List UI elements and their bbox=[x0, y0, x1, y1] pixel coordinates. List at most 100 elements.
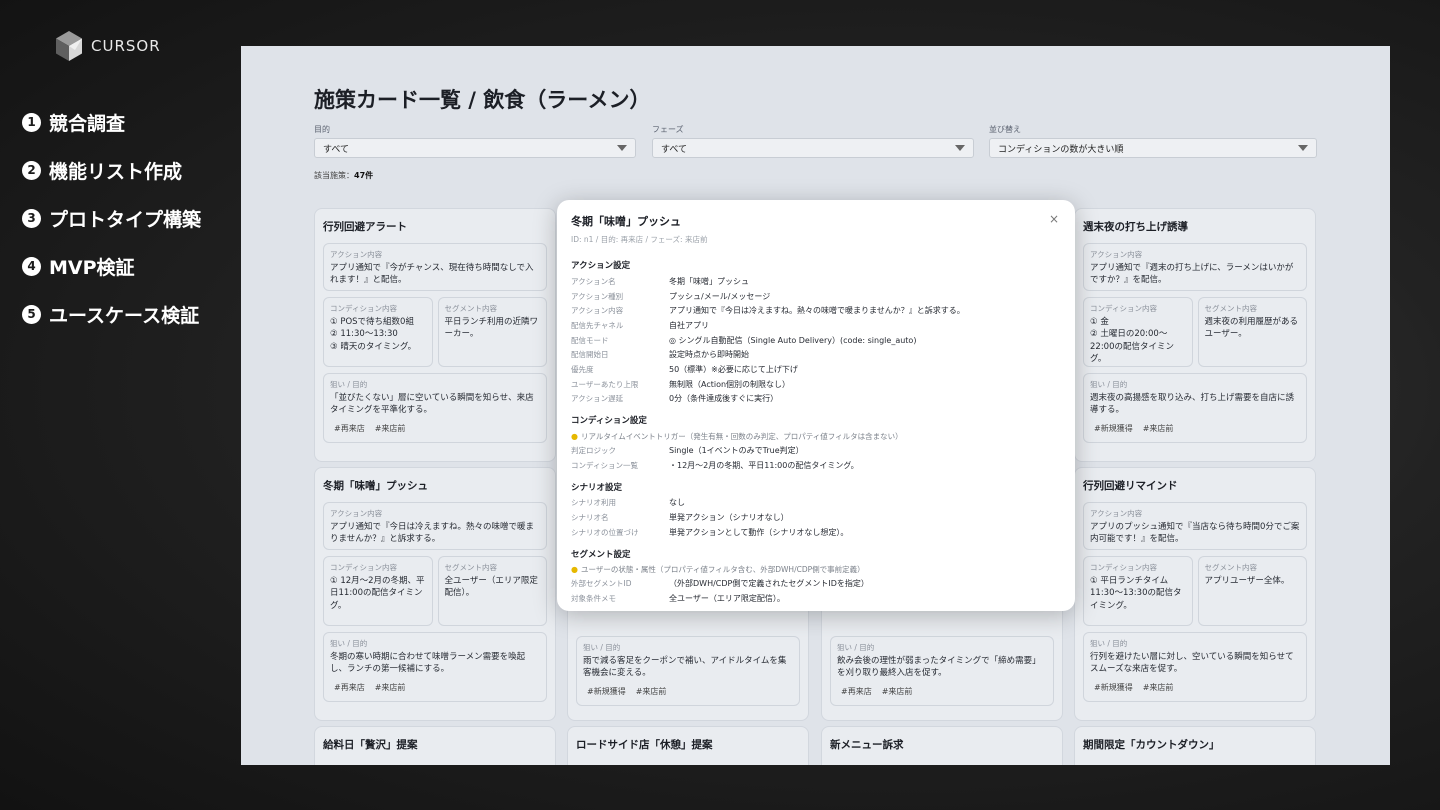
box-label: セグメント内容 bbox=[444, 563, 498, 572]
setting-key: アクション種別 bbox=[571, 291, 624, 301]
select-value: すべて bbox=[323, 144, 350, 155]
setting-key: 配信モード bbox=[571, 335, 609, 345]
box-label: コンディション内容 bbox=[330, 304, 397, 313]
select-value: コンディションの数が大きい順 bbox=[998, 144, 1124, 155]
filter-label: 目的 bbox=[314, 125, 330, 134]
card-new-menu[interactable]: 新メニュー訴求 bbox=[821, 726, 1063, 765]
action-box: アクション内容 アプリ通知で『今がチャンス、現在待ち時間なしで入れます！』と配信… bbox=[323, 243, 547, 291]
filter-purpose: 目的 すべて bbox=[314, 124, 636, 158]
setting-key: 配信開始日 bbox=[571, 350, 609, 360]
condition-box: コンディション内容 ① 金 ② 土曜日の20:00〜22:00の配信タイミング。 bbox=[1083, 297, 1193, 367]
box-text: アプリ通知で『週末の打ち上げに、ラーメンはいかがですか？』を配信。 bbox=[1090, 263, 1294, 286]
setting-value: Single（1イベントのみでTrue判定） bbox=[669, 446, 804, 456]
box-text: アプリ通知で『今日は冷えますね。熱々の味噌で暖まりませんか？』と訴求する。 bbox=[330, 522, 535, 545]
card-title: 新メニュー訴求 bbox=[830, 739, 904, 751]
setting-row: 判定ロジック Single（1イベントのみでTrue判定） bbox=[571, 443, 1061, 458]
box-text: 平日ランチ利用の近隣ワーカー。 bbox=[444, 317, 539, 340]
step-label: 機能リスト作成 bbox=[49, 160, 183, 183]
setting-row: 配信開始日 設定時点から即時開始 bbox=[571, 347, 1061, 362]
tag: #来店前 bbox=[374, 423, 406, 433]
tag-list: #新規獲得 #来店前 bbox=[1090, 423, 1300, 434]
condition-box: コンディション内容 ① 12月〜2月の冬期、平日11:00の配信タイミング。 bbox=[323, 556, 433, 626]
goal-box: 狙い / 目的 飲み会後の理性が弱まったタイミングで「締め需要」を刈り取り最終入… bbox=[830, 636, 1054, 706]
box-text: ① POSで待ち組数0組 ② 11:30〜13:30 ③ 晴天のタイミング。 bbox=[330, 317, 417, 352]
goal-box: 狙い / 目的 冬期の寒い時期に合わせて味噌ラーメン需要を喚起し、ランチの第一候… bbox=[323, 632, 547, 702]
box-label: コンディション内容 bbox=[1090, 563, 1157, 572]
step-number-badge: 1 bbox=[22, 112, 41, 132]
sort-select[interactable]: コンディションの数が大きい順 bbox=[989, 138, 1317, 158]
setting-value: アプリ通知で『今日は冷えますね。熱々の味噌で暖まりませんか？』と訴求する。 bbox=[669, 306, 965, 316]
card-payday[interactable]: 給料日「贅沢」提案 bbox=[314, 726, 556, 765]
card-title: 行列回避リマインド bbox=[1083, 480, 1178, 492]
setting-key: 外部セグメントID bbox=[571, 579, 632, 589]
logo-text: CURSOR bbox=[91, 37, 161, 55]
setting-row: 配信モード ◎ シングル自動配信（Single Auto Delivery）(co… bbox=[571, 333, 1061, 348]
detail-modal: 冬期「味噌」プッシュ ID: n1 / 目的: 再来店 / フェーズ: 来店前 … bbox=[557, 200, 1075, 611]
section-title: セグメント設定 bbox=[571, 549, 631, 560]
step-label: MVP検証 bbox=[49, 256, 135, 279]
box-label: アクション内容 bbox=[330, 250, 383, 259]
lightbulb-icon: ● bbox=[571, 431, 578, 441]
tag: #新規獲得 bbox=[1094, 423, 1133, 433]
tag: #来店前 bbox=[635, 686, 667, 696]
box-text: 行列を避けたい層に対し、空いている瞬間を知らせてスムーズな来店を促す。 bbox=[1090, 652, 1294, 675]
card-winter-miso[interactable]: 冬期「味噌」プッシュ アクション内容 アプリ通知で『今日は冷えますね。熱々の味噌… bbox=[314, 467, 556, 721]
setting-key: アクション内容 bbox=[571, 306, 624, 316]
card-title: 週末夜の打ち上げ誘導 bbox=[1083, 221, 1188, 233]
section-title: アクション設定 bbox=[571, 261, 631, 271]
setting-value: 0分（条件達成後すぐに実行） bbox=[669, 394, 779, 404]
card-weekend-party[interactable]: 週末夜の打ち上げ誘導 アクション内容 アプリ通知で『週末の打ち上げに、ラーメンは… bbox=[1074, 208, 1316, 462]
condition-segment-row: コンディション内容 ① 金 ② 土曜日の20:00〜22:00の配信タイミング。… bbox=[1083, 297, 1307, 367]
condition-segment-row: コンディション内容 ① POSで待ち組数0組 ② 11:30〜13:30 ③ 晴… bbox=[323, 297, 547, 367]
tag: #新規獲得 bbox=[587, 686, 626, 696]
box-label: アクション内容 bbox=[1090, 250, 1143, 259]
box-label: セグメント内容 bbox=[1204, 563, 1258, 572]
box-text: 週末夜の高揚感を取り込み、打ち上げ需要を自店に誘導する。 bbox=[1090, 393, 1295, 416]
box-text: アプリのプッシュ通知で『当店なら待ち時間0分でご案内可能です！』を配信。 bbox=[1090, 522, 1300, 545]
action-box: アクション内容 アプリ通知で『今日は冷えますね。熱々の味噌で暖まりませんか？』と… bbox=[323, 502, 547, 550]
box-text: 「並びたくない」層に空いている瞬間を知らせ、来店タイミングを平準化する。 bbox=[330, 393, 534, 416]
close-icon[interactable]: × bbox=[1049, 212, 1059, 226]
box-text: アプリユーザー全体。 bbox=[1204, 576, 1290, 586]
cursor-cube-icon bbox=[56, 31, 82, 61]
card-countdown[interactable]: 期間限定「カウントダウン」 bbox=[1074, 726, 1316, 765]
setting-value: 自社アプリ bbox=[669, 320, 709, 330]
segment-box: セグメント内容 アプリユーザー全体。 bbox=[1197, 556, 1307, 626]
tag-list: #新規獲得 #来店前 bbox=[1090, 682, 1300, 693]
segment-box: セグメント内容 平日ランチ利用の近隣ワーカー。 bbox=[437, 297, 547, 367]
action-box: アクション内容 アプリのプッシュ通知で『当店なら待ち時間0分でご案内可能です！』… bbox=[1083, 502, 1307, 550]
setting-row: ユーザーあたり上限 無制限（Action個別の制限なし） bbox=[571, 377, 1061, 392]
card-roadside[interactable]: ロードサイド店「休憩」提案 bbox=[567, 726, 809, 765]
tag: #来店前 bbox=[1142, 682, 1174, 692]
phase-select[interactable]: すべて bbox=[652, 138, 974, 158]
box-label: コンディション内容 bbox=[330, 563, 397, 572]
box-text: 飲み会後の理性が弱まったタイミングで「締め需要」を刈り取り最終入店を促す。 bbox=[837, 656, 1041, 679]
setting-key: アクション遅延 bbox=[571, 394, 624, 404]
setting-row: 外部セグメントID （外部DWH/CDP側で定義されたセグメントIDを指定） bbox=[571, 577, 1061, 592]
chevron-down-icon bbox=[955, 145, 965, 151]
box-label: 狙い / 目的 bbox=[583, 643, 621, 652]
page-title: 施策カード一覧 / 飲食（ラーメン） bbox=[314, 88, 651, 112]
setting-row: 配信先チャネル 自社アプリ bbox=[571, 318, 1061, 333]
box-text: 週末夜の利用履歴があるユーザー。 bbox=[1204, 317, 1299, 340]
section-hint: ● リアルタイムイベントトリガー（発生有無・回数のみ判定、プロパティ値フィルタは含… bbox=[571, 429, 1061, 443]
card-queue-remind[interactable]: 行列回避リマインド アクション内容 アプリのプッシュ通知で『当店なら待ち時間0分… bbox=[1074, 467, 1316, 721]
condition-box: コンディション内容 ① 平日ランチタイム11:30〜13:30の配信タイミング。 bbox=[1083, 556, 1193, 626]
tag: #新規獲得 bbox=[1094, 682, 1133, 692]
condition-box: コンディション内容 ① POSで待ち組数0組 ② 11:30〜13:30 ③ 晴… bbox=[323, 297, 433, 367]
setting-value: 単発アクション（シナリオなし） bbox=[669, 513, 789, 523]
select-value: すべて bbox=[661, 144, 688, 155]
setting-key: シナリオ利用 bbox=[571, 498, 616, 508]
card-queue-alert[interactable]: 行列回避アラート アクション内容 アプリ通知で『今がチャンス、現在待ち時間なしで… bbox=[314, 208, 556, 462]
box-label: 狙い / 目的 bbox=[330, 380, 368, 389]
setting-key: シナリオ名 bbox=[571, 513, 609, 523]
box-text: 全ユーザー（エリア限定配信）。 bbox=[444, 576, 538, 599]
step-item: 2 機能リスト作成 bbox=[22, 158, 201, 183]
step-number-badge: 3 bbox=[22, 208, 41, 228]
segment-box: セグメント内容 週末夜の利用履歴があるユーザー。 bbox=[1197, 297, 1307, 367]
card-title: 期間限定「カウントダウン」 bbox=[1083, 739, 1220, 751]
purpose-select[interactable]: すべて bbox=[314, 138, 636, 158]
step-item: 3 プロトタイプ構築 bbox=[22, 206, 201, 231]
goal-box: 狙い / 目的 週末夜の高揚感を取り込み、打ち上げ需要を自店に誘導する。 #新規… bbox=[1083, 373, 1307, 443]
setting-value: 50（標準）※必要に応じて上げ下げ bbox=[669, 364, 798, 374]
